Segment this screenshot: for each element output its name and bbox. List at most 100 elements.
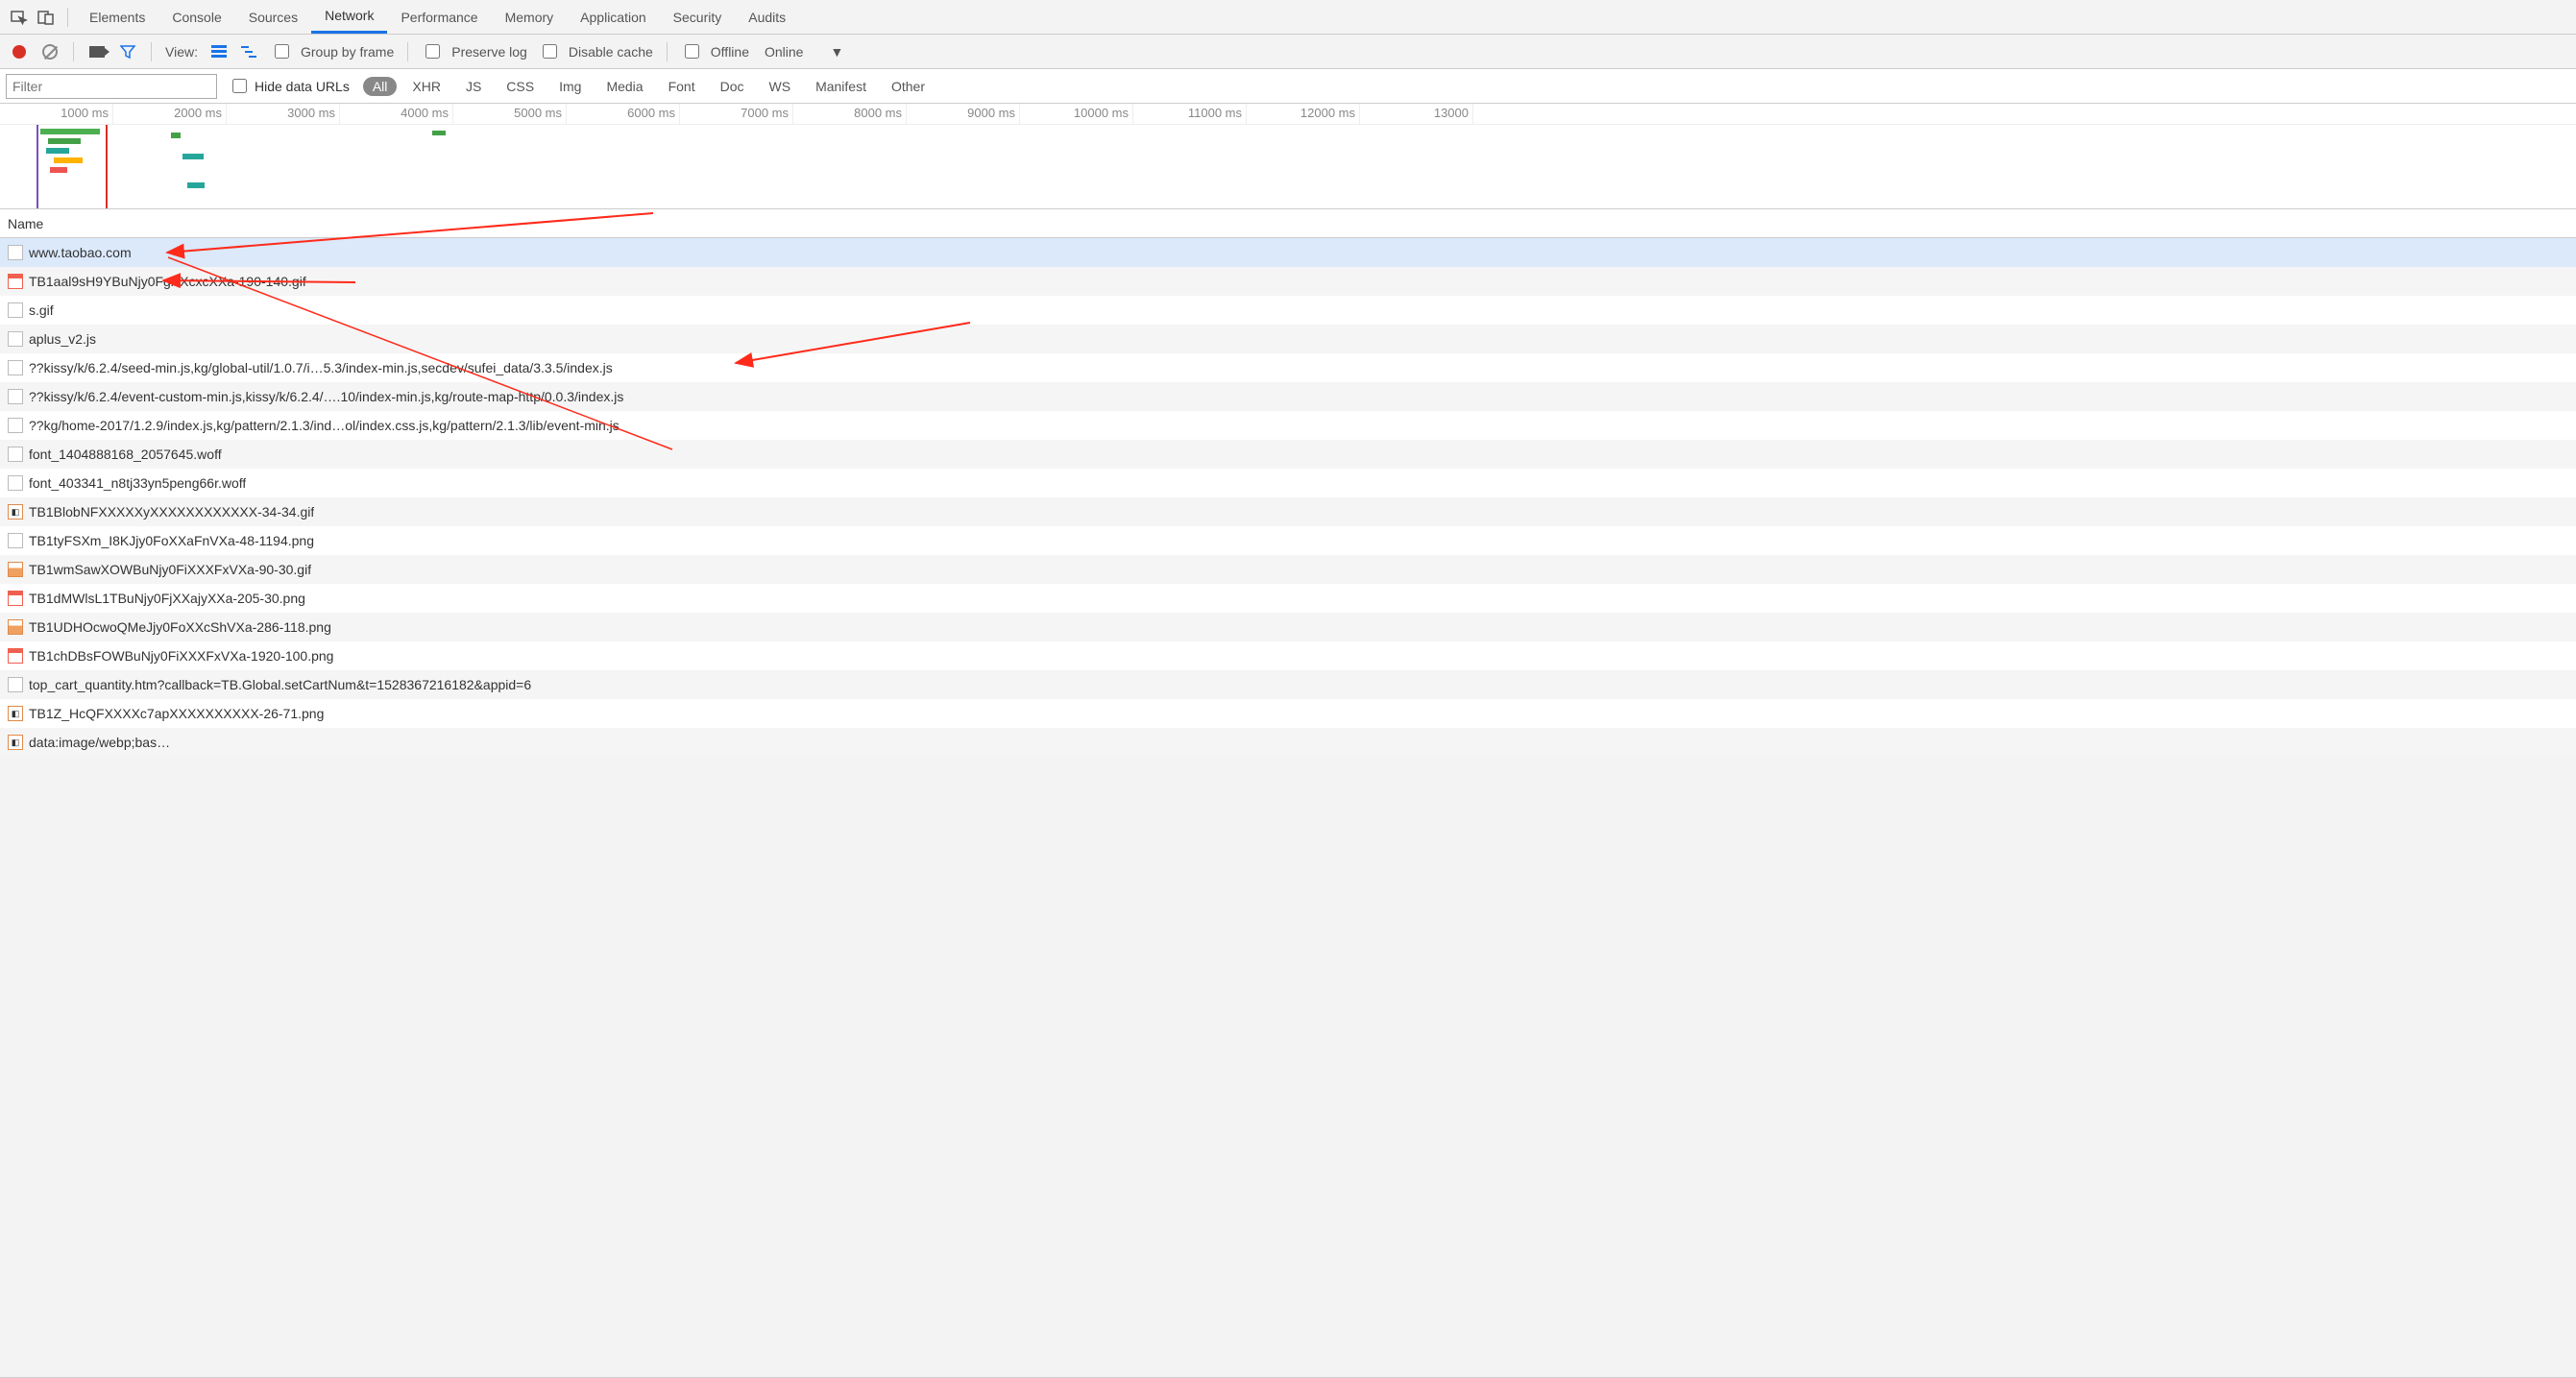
- file-icon: ◧: [8, 735, 23, 750]
- filter-type-xhr[interactable]: XHR: [402, 77, 450, 96]
- table-row[interactable]: ??kissy/k/6.2.4/event-custom-min.js,kiss…: [0, 382, 2576, 411]
- table-row[interactable]: TB1aal9sH9YBuNjy0FgXXcxcXXa-190-140.gif: [0, 267, 2576, 296]
- table-row[interactable]: TB1wmSawXOWBuNjy0FiXXXFxVXa-90-30.gif: [0, 555, 2576, 584]
- filter-type-doc[interactable]: Doc: [711, 77, 754, 96]
- group-by-frame-checkbox[interactable]: [275, 44, 289, 59]
- offline-checkbox[interactable]: [685, 44, 699, 59]
- file-icon: [8, 245, 23, 260]
- record-button[interactable]: [6, 38, 33, 65]
- file-icon: [8, 533, 23, 548]
- device-toggle-icon[interactable]: [33, 4, 60, 31]
- hide-data-urls-label: Hide data URLs: [255, 79, 350, 94]
- table-row[interactable]: aplus_v2.js: [0, 325, 2576, 353]
- tab-application[interactable]: Application: [567, 0, 660, 34]
- request-name: TB1chDBsFOWBuNjy0FiXXXFxVXa-1920-100.png: [29, 648, 333, 664]
- table-row[interactable]: ??kissy/k/6.2.4/seed-min.js,kg/global-ut…: [0, 353, 2576, 382]
- tab-audits[interactable]: Audits: [735, 0, 799, 34]
- timeline-tick: 4000 ms: [340, 104, 453, 124]
- disable-cache-checkbox[interactable]: [543, 44, 557, 59]
- file-icon: [8, 677, 23, 692]
- filter-type-ws[interactable]: WS: [760, 77, 801, 96]
- file-icon: [8, 447, 23, 462]
- request-name: www.taobao.com: [29, 245, 132, 260]
- group-by-frame-label: Group by frame: [297, 44, 398, 60]
- file-icon: [8, 389, 23, 404]
- column-header-name[interactable]: Name: [0, 209, 2576, 238]
- hide-data-urls-checkbox[interactable]: [232, 79, 247, 93]
- clear-button[interactable]: [36, 38, 63, 65]
- table-row[interactable]: TB1dMWlsL1TBuNjy0FjXXajyXXa-205-30.png: [0, 584, 2576, 613]
- file-icon: [8, 331, 23, 347]
- large-rows-icon[interactable]: [206, 38, 232, 65]
- throttling-dropdown-icon[interactable]: ▼: [830, 44, 843, 60]
- request-name: ??kissy/k/6.2.4/seed-min.js,kg/global-ut…: [29, 360, 613, 375]
- table-row[interactable]: www.taobao.com: [0, 238, 2576, 267]
- request-name: TB1aal9sH9YBuNjy0FgXXcxcXXa-190-140.gif: [29, 274, 306, 289]
- table-row[interactable]: ◧ data:image/webp;bas…: [0, 728, 2576, 757]
- waterfall-icon[interactable]: [236, 38, 263, 65]
- timeline-tick: 13000: [1360, 104, 1473, 124]
- timeline-tick: 1000 ms: [0, 104, 113, 124]
- filter-type-img[interactable]: Img: [549, 77, 591, 96]
- request-name: TB1tyFSXm_I8KJjy0FoXXaFnVXa-48-1194.png: [29, 533, 314, 548]
- timeline-tick: 6000 ms: [567, 104, 680, 124]
- timeline-tick: 11000 ms: [1133, 104, 1247, 124]
- separator: [407, 42, 408, 61]
- request-name: data:image/webp;bas…: [29, 735, 170, 750]
- table-row[interactable]: s.gif: [0, 296, 2576, 325]
- file-icon: [8, 591, 23, 606]
- filter-type-other[interactable]: Other: [882, 77, 935, 96]
- file-icon: [8, 302, 23, 318]
- tab-performance[interactable]: Performance: [387, 0, 491, 34]
- inspect-icon[interactable]: [6, 4, 33, 31]
- table-row[interactable]: TB1tyFSXm_I8KJjy0FoXXaFnVXa-48-1194.png: [0, 526, 2576, 555]
- table-row[interactable]: top_cart_quantity.htm?callback=TB.Global…: [0, 670, 2576, 699]
- request-name: s.gif: [29, 302, 54, 318]
- timeline-tick: 3000 ms: [227, 104, 340, 124]
- table-row[interactable]: TB1chDBsFOWBuNjy0FiXXXFxVXa-1920-100.png: [0, 641, 2576, 670]
- timeline-tick: 8000 ms: [793, 104, 907, 124]
- timeline-tick: 12000 ms: [1247, 104, 1360, 124]
- preserve-log-checkbox[interactable]: [425, 44, 440, 59]
- filter-type-js[interactable]: JS: [456, 77, 491, 96]
- timeline-tick: 10000 ms: [1020, 104, 1133, 124]
- file-icon: ◧: [8, 706, 23, 721]
- request-name: TB1UDHOcwoQMeJjy0FoXXcShVXa-286-118.png: [29, 619, 331, 635]
- file-icon: [8, 360, 23, 375]
- timeline-overview[interactable]: 1000 ms2000 ms3000 ms4000 ms5000 ms6000 …: [0, 104, 2576, 209]
- filter-bar: Hide data URLs AllXHR JS CSS Img Media Font Do…: [0, 69, 2576, 104]
- filter-type-manifest[interactable]: Manifest: [806, 77, 876, 96]
- table-row[interactable]: ◧ TB1Z_HcQFXXXXc7apXXXXXXXXXX-26-71.png: [0, 699, 2576, 728]
- filter-icon[interactable]: [114, 38, 141, 65]
- request-rows: www.taobao.com TB1aal9sH9YBuNjy0FgXXcxcXX…: [0, 238, 2576, 757]
- request-name: TB1Z_HcQFXXXXc7apXXXXXXXXXX-26-71.png: [29, 706, 324, 721]
- filter-type-media[interactable]: Media: [596, 77, 652, 96]
- tab-elements[interactable]: Elements: [76, 0, 158, 34]
- tab-sources[interactable]: Sources: [235, 0, 311, 34]
- filter-type-css[interactable]: CSS: [497, 77, 544, 96]
- filter-input[interactable]: [6, 74, 217, 99]
- screenshot-icon[interactable]: [84, 38, 110, 65]
- network-toolbar: View: Group by frame Preserve log Disabl…: [0, 35, 2576, 69]
- file-icon: [8, 418, 23, 433]
- table-row[interactable]: TB1UDHOcwoQMeJjy0FoXXcShVXa-286-118.png: [0, 613, 2576, 641]
- offline-label: Offline: [707, 44, 753, 60]
- table-row[interactable]: ??kg/home-2017/1.2.9/index.js,kg/pattern…: [0, 411, 2576, 440]
- request-name: font_403341_n8tj33yn5peng66r.woff: [29, 475, 246, 491]
- tab-network[interactable]: Network: [311, 0, 387, 34]
- request-name: TB1wmSawXOWBuNjy0FiXXXFxVXa-90-30.gif: [29, 562, 311, 577]
- tab-memory[interactable]: Memory: [492, 0, 568, 34]
- table-row[interactable]: ◧TB1BlobNFXXXXXyXXXXXXXXXXXX-34-34.gif: [0, 497, 2576, 526]
- timeline-tick: 7000 ms: [680, 104, 793, 124]
- filter-type-font[interactable]: Font: [659, 77, 705, 96]
- table-row[interactable]: font_1404888168_2057645.woff: [0, 440, 2576, 469]
- tab-security[interactable]: Security: [660, 0, 736, 34]
- request-name: ??kissy/k/6.2.4/event-custom-min.js,kiss…: [29, 389, 623, 404]
- filter-type-all[interactable]: All: [363, 77, 398, 96]
- timeline-tick: 9000 ms: [907, 104, 1020, 124]
- table-row[interactable]: font_403341_n8tj33yn5peng66r.woff: [0, 469, 2576, 497]
- file-icon: ◧: [8, 504, 23, 520]
- devtools-tabbar: ElementsConsoleSourcesNetworkPerformance…: [0, 0, 2576, 35]
- tab-console[interactable]: Console: [158, 0, 234, 34]
- separator: [667, 42, 668, 61]
